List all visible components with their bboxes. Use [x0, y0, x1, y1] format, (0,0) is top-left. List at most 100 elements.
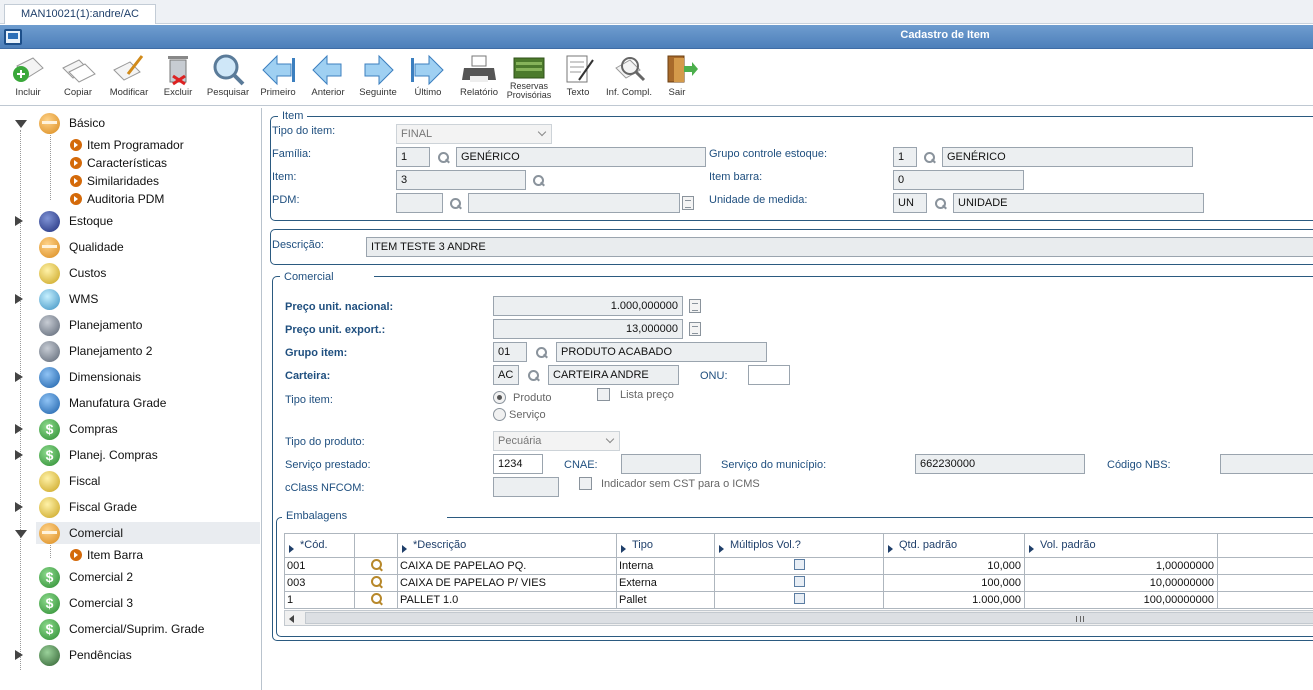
table-row[interactable]: 001 CAIXA DE PAPELAO PQ. Interna 10,000 …	[284, 557, 1313, 575]
item-code-field[interactable]: 3	[396, 170, 526, 190]
tree-node-estoque[interactable]: Estoque	[0, 210, 260, 232]
produto-radio[interactable]	[493, 391, 506, 404]
search-icon[interactable]	[535, 346, 548, 359]
familia-code-field[interactable]: 1	[396, 147, 430, 167]
tree-node-fiscal-grade[interactable]: Fiscal Grade	[0, 496, 260, 518]
grupo-item-desc-field[interactable]: PRODUTO ACABADO	[556, 342, 767, 362]
lista-preco-checkbox[interactable]	[597, 388, 610, 401]
tree-node-planejamento[interactable]: Planejamento	[0, 314, 260, 336]
tree-item-item-programador[interactable]: Item Programador	[70, 137, 261, 155]
expand-icon[interactable]	[15, 372, 23, 382]
session-tab[interactable]: MAN10021(1):andre/AC	[4, 4, 156, 24]
grupo-controle-code-field[interactable]: 1	[893, 147, 917, 167]
seguinte-button[interactable]: Seguinte	[356, 52, 400, 104]
preco-export-field[interactable]: 13,000000	[493, 319, 683, 339]
search-icon[interactable]	[437, 151, 450, 164]
tree-node-comercial-3[interactable]: Comercial 3	[0, 592, 260, 614]
carteira-desc-field[interactable]: CARTEIRA ANDRE	[548, 365, 679, 385]
expand-icon[interactable]	[15, 216, 23, 226]
tree-node-wms[interactable]: WMS	[0, 288, 260, 310]
tree-node-planej-compras[interactable]: Planej. Compras	[0, 444, 260, 466]
texto-button[interactable]: Texto	[558, 52, 598, 104]
servico-prestado-field[interactable]: 1234	[493, 454, 543, 474]
cclass-nfcom-field[interactable]	[493, 477, 559, 497]
reservas-provisorias-button[interactable]: Reservas Provisórias	[504, 52, 554, 104]
window-icon[interactable]	[4, 29, 22, 45]
expand-icon[interactable]	[15, 502, 23, 512]
inf-compl-button[interactable]: Inf. Compl.	[602, 52, 656, 104]
multiplos-cell[interactable]	[714, 557, 884, 575]
tree-node-pendencias[interactable]: Pendências	[0, 644, 260, 666]
vol-cell[interactable]: 10,00000000	[1024, 574, 1218, 592]
search-icon[interactable]	[923, 151, 936, 164]
tree-node-compras[interactable]: Compras	[0, 418, 260, 440]
table-row[interactable]: 1 PALLET 1.0 Pallet 1.000,000 100,000000…	[284, 591, 1313, 609]
descricao-cell[interactable]: CAIXA DE PAPELAO P/ VIES	[397, 574, 617, 592]
col-header-descricao[interactable]: *Descrição	[397, 533, 617, 558]
tipo-produto-select[interactable]: Pecuária	[493, 431, 620, 451]
search-icon[interactable]	[370, 576, 383, 589]
copiar-button[interactable]: Copiar	[56, 52, 100, 104]
grupo-item-code-field[interactable]: 01	[493, 342, 527, 362]
tree-item-caracteristicas[interactable]: Características	[70, 155, 261, 173]
tree-node-manufatura-grade[interactable]: Manufatura Grade	[0, 392, 260, 414]
col-header-qtd-padrao[interactable]: Qtd. padrão	[883, 533, 1025, 558]
vol-cell[interactable]: 1,00000000	[1024, 557, 1218, 575]
unidade-desc-field[interactable]: UNIDADE	[953, 193, 1204, 213]
descricao-field[interactable]: ITEM TESTE 3 ANDRE	[366, 237, 1313, 257]
tree-node-comercial-2[interactable]: Comercial 2	[0, 566, 260, 588]
notes-icon[interactable]	[689, 299, 701, 313]
expand-icon[interactable]	[15, 294, 23, 304]
search-icon[interactable]	[370, 559, 383, 572]
modificar-button[interactable]: Modificar	[106, 52, 152, 104]
descricao-cell[interactable]: CAIXA DE PAPELAO PQ.	[397, 557, 617, 575]
expand-icon[interactable]	[15, 650, 23, 660]
notes-icon[interactable]	[689, 322, 701, 336]
col-header-tipo[interactable]: Tipo	[616, 533, 715, 558]
tree-node-comercial-suprim-grade[interactable]: Comercial/Suprim. Grade	[0, 618, 260, 640]
tree-node-basico[interactable]: Básico	[0, 112, 260, 134]
table-row[interactable]: 003 CAIXA DE PAPELAO P/ VIES Externa 100…	[284, 574, 1313, 592]
multiplos-checkbox[interactable]	[793, 559, 805, 570]
tree-item-auditoria-pdm[interactable]: Auditoria PDM	[70, 191, 261, 209]
search-icon[interactable]	[934, 197, 947, 210]
carteira-code-field[interactable]: AC	[493, 365, 519, 385]
expand-icon[interactable]	[15, 450, 23, 460]
indicador-cst-checkbox[interactable]	[579, 477, 592, 490]
cnae-field[interactable]	[621, 454, 701, 474]
codigo-nbs-field[interactable]	[1220, 454, 1313, 474]
onu-field[interactable]	[748, 365, 790, 385]
sair-button[interactable]: Sair	[660, 52, 698, 104]
scroll-thumb[interactable]	[305, 612, 1313, 624]
tree-node-fiscal[interactable]: Fiscal	[0, 470, 260, 492]
incluir-button[interactable]: Incluir	[6, 52, 50, 104]
tipo-item-select[interactable]: FINAL	[396, 124, 552, 144]
unidade-code-field[interactable]: UN	[893, 193, 927, 213]
ultimo-button[interactable]: Último	[406, 52, 450, 104]
multiplos-cell[interactable]	[714, 574, 884, 592]
collapse-icon[interactable]	[15, 120, 27, 128]
col-header-vol-padrao[interactable]: Vol. padrão	[1024, 533, 1218, 558]
scroll-left-icon[interactable]	[289, 615, 294, 623]
vol-cell[interactable]: 100,00000000	[1024, 591, 1218, 609]
tree-node-comercial[interactable]: Comercial	[36, 522, 260, 544]
multiplos-checkbox[interactable]	[793, 593, 805, 604]
collapse-icon[interactable]	[15, 530, 27, 538]
preco-nacional-field[interactable]: 1.000,000000	[493, 296, 683, 316]
tipo-cell[interactable]: Pallet	[616, 591, 715, 609]
col-header-cod[interactable]: *Cód.	[284, 533, 355, 558]
search-icon[interactable]	[370, 593, 383, 606]
tree-node-planejamento-2[interactable]: Planejamento 2	[0, 340, 260, 362]
tree-node-qualidade[interactable]: Qualidade	[0, 236, 260, 258]
tree-node-custos[interactable]: Custos	[0, 262, 260, 284]
tipo-cell[interactable]: Interna	[616, 557, 715, 575]
cod-cell[interactable]: 1	[284, 591, 355, 609]
familia-desc-field[interactable]: GENÉRICO	[456, 147, 706, 167]
qtd-cell[interactable]: 1.000,000	[883, 591, 1025, 609]
notes-icon[interactable]	[682, 196, 694, 210]
qtd-cell[interactable]: 10,000	[883, 557, 1025, 575]
horizontal-scrollbar[interactable]	[284, 610, 1313, 626]
tree-item-similaridades[interactable]: Similaridades	[70, 173, 261, 191]
search-icon[interactable]	[532, 174, 545, 187]
relatorio-button[interactable]: Relatório	[456, 52, 502, 104]
